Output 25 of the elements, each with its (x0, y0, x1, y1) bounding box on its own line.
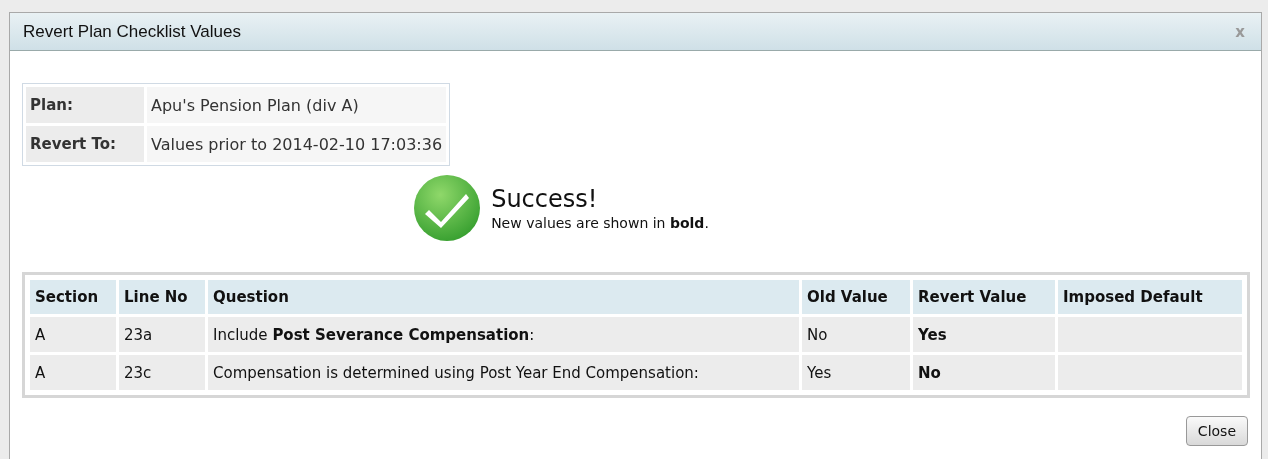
table-cell: 23c (119, 355, 205, 390)
info-label: Plan: (26, 87, 144, 123)
close-button[interactable]: Close (1185, 416, 1248, 446)
column-header: Old Value (802, 280, 910, 314)
table-cell: Yes (802, 355, 910, 390)
success-check-icon (413, 174, 482, 242)
column-header: Imposed Default (1058, 280, 1242, 314)
table-cell: A (30, 317, 116, 352)
column-header: Section (30, 280, 116, 314)
column-header: Line No (119, 280, 205, 314)
success-title: Success! (491, 185, 599, 213)
table-cell: A (30, 355, 116, 390)
table-cell: Compensation is determined using Post Year End Compensation: (208, 355, 799, 390)
table-cell: 23a (119, 317, 205, 352)
column-header: Revert Value (913, 280, 1055, 314)
info-value: Apu's Pension Plan (div A) (147, 87, 447, 123)
column-header: Question (208, 280, 799, 314)
info-value: Values prior to 2014-02-10 17:03:36 (147, 126, 447, 162)
table-cell: Yes (913, 317, 1055, 352)
table-cell: Include Post Severance Compensation: (208, 317, 799, 352)
success-message: New values are shown in bold. (491, 215, 709, 231)
table-cell: No (802, 317, 910, 352)
table-cell: No (913, 355, 1055, 390)
window-title: Revert Plan Checklist Values (23, 21, 241, 42)
info-label: Revert To: (26, 126, 144, 162)
